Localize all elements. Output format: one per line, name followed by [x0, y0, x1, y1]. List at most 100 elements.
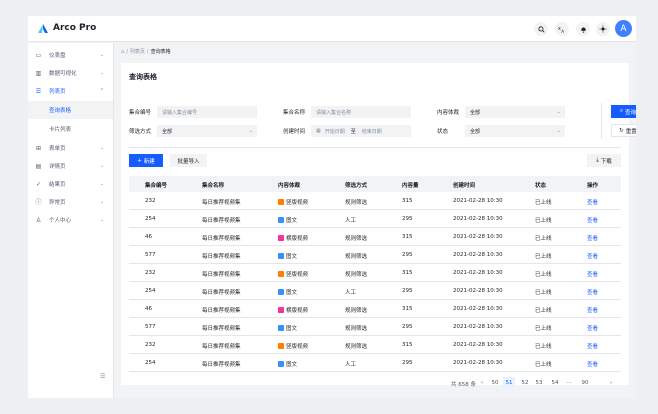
pagination-ellipsis[interactable]: ··· [563, 377, 575, 389]
notification-icon[interactable] [576, 22, 590, 36]
button-label: 新建 [143, 158, 155, 165]
page-title: 查询表格 [129, 73, 157, 81]
chevron-down-icon: ⌄ [100, 181, 105, 187]
table-header: 集合编号 集合名称 内容体裁 筛选方式 内容量 创建时间 状态 操作 [129, 176, 621, 192]
table-cell-name: 每日推荐视频集 [202, 326, 241, 332]
table-cell-status: 已上线 [535, 290, 552, 296]
content-type-icon [278, 253, 284, 259]
sidebar-item-search-table[interactable]: 查询表格 [28, 101, 113, 119]
table-cell-count: 295 [402, 324, 413, 330]
select-value: 全部 [162, 128, 173, 135]
page-button[interactable]: 50 [489, 377, 501, 389]
chevron-down-icon: ⌄ [556, 128, 561, 134]
calendar-icon: ▦ [316, 128, 321, 134]
sidebar-item-form[interactable]: ⊞ 表单页 ⌄ [28, 139, 113, 157]
content-type-icon [278, 235, 284, 241]
view-link[interactable]: 查看 [587, 288, 598, 296]
view-link[interactable]: 查看 [587, 270, 598, 278]
prev-page-icon[interactable]: ‹ [476, 377, 488, 389]
table-cell-count: 295 [402, 288, 413, 294]
sidebar-item-list[interactable]: ☰ 列表页 ⌃ [28, 82, 113, 100]
batch-import-button[interactable]: 批量导入 [170, 154, 207, 167]
collection-id-input[interactable]: 请输入集合编号 [157, 106, 257, 118]
sidebar-item-user-center[interactable]: ♙ 个人中心 ⌄ [28, 211, 113, 229]
table-cell-name: 每日推荐视频集 [202, 272, 241, 278]
search-icon[interactable] [534, 22, 548, 36]
chevron-down-icon: ⌄ [100, 52, 105, 58]
download-button[interactable]: ⤓ 下载 [587, 154, 621, 167]
view-link[interactable]: 查看 [587, 360, 598, 368]
sidebar-item-label: 个人中心 [49, 218, 72, 224]
check-icon: ✓ [35, 180, 42, 188]
table-cell-id: 46 [145, 306, 152, 312]
sidebar-item-label: 异常页 [49, 200, 66, 206]
table-body: 232 每日推荐视频集 竖版视频 规则筛选 315 2021-02-28 10:30 已上线… [129, 192, 621, 372]
date-range-picker[interactable]: ▦ 开始日期 至 结束日期 [311, 125, 411, 137]
sidebar-item-result[interactable]: ✓ 结果页 ⌄ [28, 175, 113, 193]
page-button[interactable]: 54 [549, 377, 561, 389]
view-link[interactable]: 查看 [587, 234, 598, 242]
table-cell-status: 已上线 [535, 362, 552, 368]
table-cell-time: 2021-02-28 10:30 [453, 288, 503, 294]
content-type-select[interactable]: 全部 ⌄ [465, 106, 565, 118]
content-type-label: 内容体裁 [437, 110, 460, 116]
sidebar-item-label: 查询表格 [49, 108, 72, 114]
table-row: 577 每日推荐视频集 图文 规则筛选 295 2021-02-28 10:30 已上线 查看 [129, 318, 621, 336]
content-type-text: 竖版视频 [286, 272, 309, 278]
table-cell-filter: 规则筛选 [345, 326, 368, 332]
sidebar-item-exception[interactable]: ⓘ 异常页 ⌄ [28, 193, 113, 211]
view-link[interactable]: 查看 [587, 216, 598, 224]
search-button[interactable]: ⌕ 查询 [611, 105, 636, 118]
sidebar-item-label: 表单页 [49, 146, 66, 152]
table-cell-content: 图文 [278, 288, 297, 296]
status-select[interactable]: 全部 ⌄ [465, 125, 565, 137]
home-icon[interactable]: ⌂ [121, 49, 124, 55]
content-type-text: 横版视频 [286, 236, 309, 242]
language-icon[interactable]: xA [555, 22, 569, 36]
breadcrumb-item[interactable]: 列表页 [130, 48, 145, 55]
content-type-icon [278, 199, 284, 205]
sidebar-item-dashboard[interactable]: ▭ 仪表盘 ⌄ [28, 46, 113, 64]
new-button[interactable]: + 新建 [129, 154, 163, 167]
content-type-icon [278, 307, 284, 313]
table-cell-name: 每日推荐视频集 [202, 290, 241, 296]
table-row: 232 每日推荐视频集 竖版视频 规则筛选 315 2021-02-28 10:30 已上线… [129, 192, 621, 210]
table-cell-filter: 人工 [345, 362, 357, 368]
theme-icon[interactable] [596, 22, 610, 36]
table-row: 46 每日推荐视频集 横版视频 规则筛选 315 2021-02-28 10:30 已上线 查… [129, 300, 621, 318]
table-cell-content: 竖版视频 [278, 342, 308, 350]
view-link[interactable]: 查看 [587, 324, 598, 332]
filter-method-select[interactable]: 全部 ⌄ [157, 125, 257, 137]
table-cell-filter: 规则筛选 [345, 254, 368, 260]
menu-collapse-icon[interactable]: ☰ [100, 373, 105, 380]
svg-text:A: A [561, 29, 564, 33]
table-cell-id: 232 [145, 270, 156, 276]
avatar[interactable]: A [615, 20, 632, 37]
select-value: 全部 [470, 109, 481, 116]
table-cell-filter: 规则筛选 [345, 236, 368, 242]
table-cell-name: 每日推荐视频集 [202, 200, 241, 206]
view-link[interactable]: 查看 [587, 342, 598, 350]
sidebar-item-data-visualization[interactable]: ▥ 数据可视化 ⌄ [28, 64, 113, 82]
page-button[interactable]: 90 [579, 377, 591, 389]
view-link[interactable]: 查看 [587, 306, 598, 314]
collection-name-input[interactable]: 请输入集合名称 [311, 106, 411, 118]
table-cell-time: 2021-02-28 10:30 [453, 198, 503, 204]
page-button[interactable]: 53 [533, 377, 545, 389]
top-bar: Arco Pro xA A [28, 16, 636, 42]
table-cell-status: 已上线 [535, 254, 552, 260]
sidebar-item-card-list[interactable]: 卡片列表 [28, 120, 113, 138]
view-link[interactable]: 查看 [587, 198, 598, 206]
chevron-down-icon: ⌄ [100, 217, 105, 223]
column-header: 集合编号 [145, 183, 168, 189]
page-button[interactable]: 51 [503, 377, 515, 389]
table-row: 46 每日推荐视频集 横版视频 规则筛选 315 2021-02-28 10:30 已上线 查… [129, 228, 621, 246]
table-cell-filter: 规则筛选 [345, 272, 368, 278]
content-type-icon [278, 343, 284, 349]
page-button[interactable]: 52 [519, 377, 531, 389]
table-cell-time: 2021-02-28 10:30 [453, 324, 503, 330]
next-page-icon[interactable]: › [605, 377, 617, 389]
sidebar-item-detail[interactable]: ▤ 详情页 ⌄ [28, 157, 113, 175]
reset-button[interactable]: ↻ 重置 [611, 124, 636, 137]
view-link[interactable]: 查看 [587, 252, 598, 260]
